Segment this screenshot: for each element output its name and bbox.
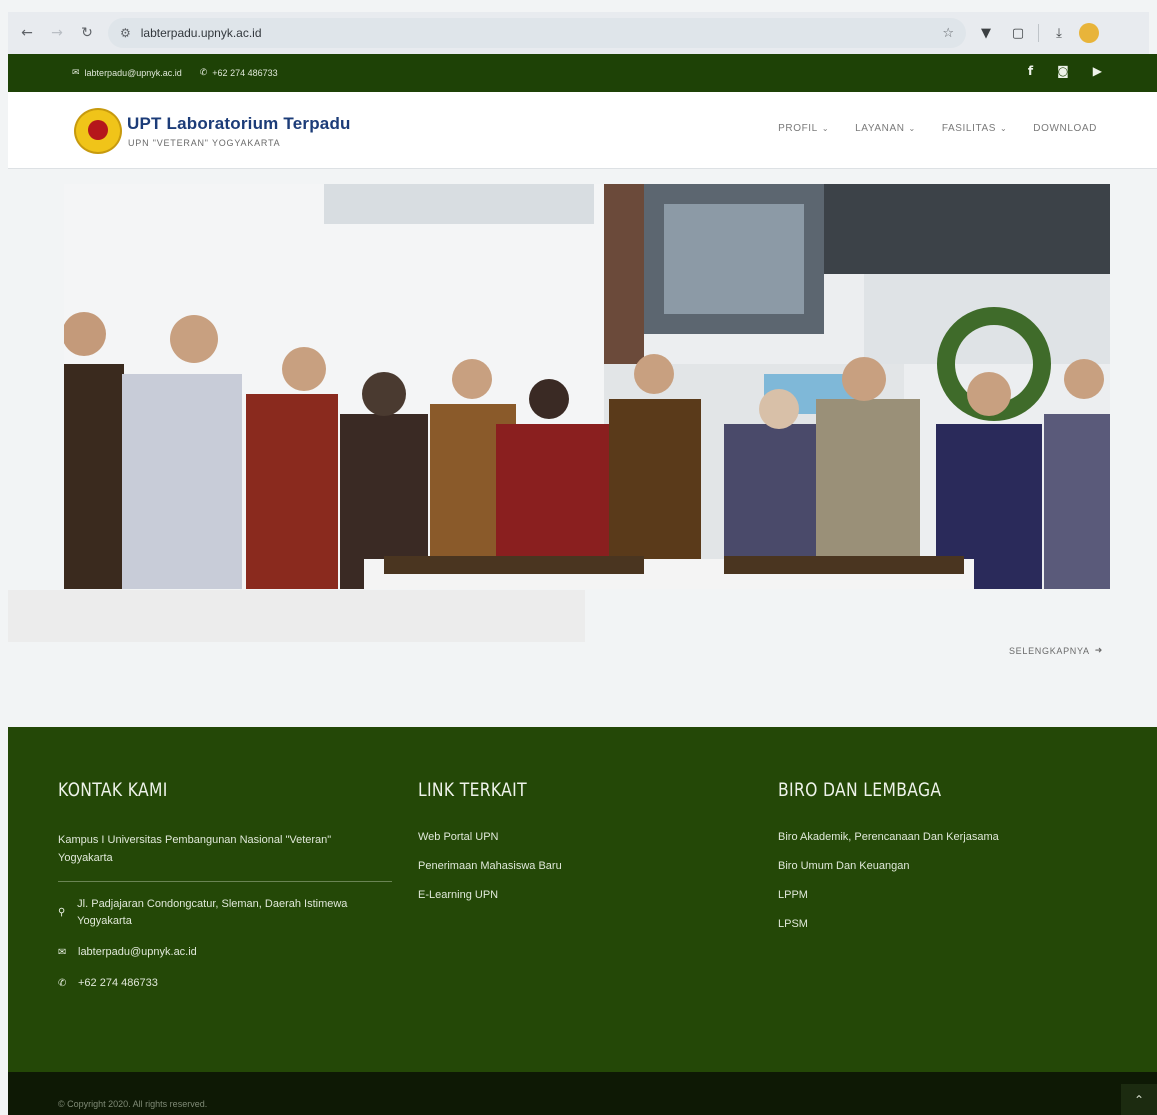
- envelope-icon: ✉: [72, 68, 80, 78]
- chevron-down-icon: ⌄: [821, 124, 830, 133]
- topbar-email[interactable]: ✉ labterpadu@upnyk.ac.id: [72, 68, 182, 78]
- url-text[interactable]: labterpadu.upnyk.ac.id: [141, 26, 943, 40]
- tab-icon[interactable]: ▢: [1006, 21, 1030, 45]
- footer-bottom-bar: © Copyright 2020. All rights reserved. ⌃: [8, 1072, 1157, 1115]
- footer-address-text: Jl. Padjajaran Condongcatur, Sleman, Dae…: [77, 898, 348, 927]
- footer-contact-heading: KONTAK KAMI: [58, 779, 168, 801]
- envelope-icon: ✉: [58, 947, 67, 958]
- instagram-icon[interactable]: ◙: [1057, 64, 1069, 78]
- site-footer: KONTAK KAMI Kampus I Universitas Pembang…: [8, 727, 1157, 1072]
- footer-link-web-portal[interactable]: Web Portal UPN: [418, 831, 562, 843]
- copyright-text: © Copyright 2020. All rights reserved.: [58, 1099, 208, 1109]
- read-more-label[interactable]: SELENGKAPNYA: [1009, 646, 1090, 656]
- footer-link-biro-akademik[interactable]: Biro Akademik, Perencanaan Dan Kerjasama: [778, 831, 999, 843]
- hero-photo-illustration: [64, 184, 1110, 589]
- profile-avatar[interactable]: [1079, 23, 1099, 43]
- address-bar[interactable]: ⚙ labterpadu.upnyk.ac.id ☆: [108, 18, 966, 48]
- social-links: f ◙ ▶: [1028, 64, 1102, 78]
- footer-biro-column: BIRO DAN LEMBAGA Biro Akademik, Perencan…: [778, 779, 999, 930]
- footer-link-elearning[interactable]: E-Learning UPN: [418, 889, 562, 901]
- site-info-icon[interactable]: ⚙: [120, 26, 131, 40]
- menu-fasilitas-label[interactable]: FASILITAS: [942, 123, 996, 134]
- footer-links-heading: LINK TERKAIT: [418, 779, 527, 801]
- menu-profil[interactable]: PROFIL ⌄: [778, 123, 829, 134]
- site-header: UPT Laboratorium Terpadu UPN "VETERAN" Y…: [8, 92, 1157, 169]
- footer-divider: [58, 881, 392, 882]
- read-more-link[interactable]: SELENGKAPNYA ➜: [1009, 646, 1103, 656]
- topbar-phone-text[interactable]: +62 274 486733: [212, 68, 277, 78]
- topbar-phone[interactable]: ✆ +62 274 486733: [200, 68, 278, 78]
- extension-icon[interactable]: ▼: [974, 21, 998, 45]
- footer-link-lppm[interactable]: LPPM: [778, 889, 999, 901]
- caption-band: [8, 590, 585, 642]
- arrow-right-circle-icon: ➜: [1094, 646, 1103, 656]
- facebook-icon[interactable]: f: [1028, 64, 1033, 78]
- footer-email[interactable]: ✉ labterpadu@upnyk.ac.id: [58, 944, 392, 961]
- footer-link-pmb[interactable]: Penerimaan Mahasiswa Baru: [418, 860, 562, 872]
- footer-link-biro-umum[interactable]: Biro Umum Dan Keuangan: [778, 860, 999, 872]
- youtube-icon[interactable]: ▶: [1093, 64, 1102, 78]
- menu-layanan[interactable]: LAYANAN ⌄: [855, 123, 916, 134]
- top-contact-bar: ✉ labterpadu@upnyk.ac.id ✆ +62 274 48673…: [8, 54, 1157, 92]
- topbar-email-text[interactable]: labterpadu@upnyk.ac.id: [85, 68, 182, 78]
- menu-layanan-label[interactable]: LAYANAN: [855, 123, 904, 134]
- page: ← → ↻ ⚙ labterpadu.upnyk.ac.id ☆ ▼ ▢ ⤓ ✉…: [0, 0, 1157, 1115]
- menu-fasilitas[interactable]: FASILITAS ⌄: [942, 123, 1007, 134]
- chevron-down-icon: ⌄: [908, 124, 916, 133]
- reload-icon[interactable]: ↻: [76, 22, 98, 44]
- toolbar-divider: [1038, 24, 1039, 42]
- phone-icon: ✆: [58, 978, 67, 989]
- university-logo-icon[interactable]: [74, 108, 122, 154]
- menu-download-label[interactable]: DOWNLOAD: [1033, 123, 1097, 134]
- footer-phone[interactable]: ✆ +62 274 486733: [58, 975, 392, 992]
- back-icon[interactable]: ←: [16, 22, 38, 44]
- main-menu: PROFIL ⌄ LAYANAN ⌄ FASILITAS ⌄ DOWNLOAD: [778, 123, 1097, 134]
- site-subtitle: UPN "VETERAN" YOGYAKARTA: [128, 138, 281, 148]
- map-marker-icon: ⚲: [58, 907, 66, 918]
- footer-link-lpsm[interactable]: LPSM: [778, 918, 999, 930]
- download-icon[interactable]: ⤓: [1047, 21, 1071, 45]
- chevron-down-icon: ⌄: [999, 124, 1008, 133]
- forward-icon[interactable]: →: [46, 22, 68, 44]
- footer-links-column: LINK TERKAIT Web Portal UPN Penerimaan M…: [418, 779, 562, 901]
- site-title[interactable]: UPT Laboratorium Terpadu: [127, 114, 351, 134]
- footer-contact-column: KONTAK KAMI Kampus I Universitas Pembang…: [58, 779, 392, 992]
- phone-icon: ✆: [199, 68, 208, 78]
- menu-profil-label[interactable]: PROFIL: [778, 123, 818, 134]
- footer-email-text[interactable]: labterpadu@upnyk.ac.id: [78, 944, 197, 961]
- footer-campus-text: Kampus I Universitas Pembangunan Nasiona…: [58, 834, 332, 864]
- bookmark-star-icon[interactable]: ☆: [942, 26, 954, 41]
- footer-phone-text[interactable]: +62 274 486733: [78, 975, 158, 992]
- footer-biro-heading: BIRO DAN LEMBAGA: [778, 779, 942, 801]
- footer-address: ⚲ Jl. Padjajaran Condongcatur, Sleman, D…: [58, 896, 388, 930]
- scroll-to-top-icon[interactable]: ⌃: [1121, 1084, 1157, 1115]
- menu-download[interactable]: DOWNLOAD: [1033, 123, 1097, 134]
- browser-toolbar: ← → ↻ ⚙ labterpadu.upnyk.ac.id ☆ ▼ ▢ ⤓: [8, 12, 1149, 54]
- hero-photo: [64, 184, 1110, 589]
